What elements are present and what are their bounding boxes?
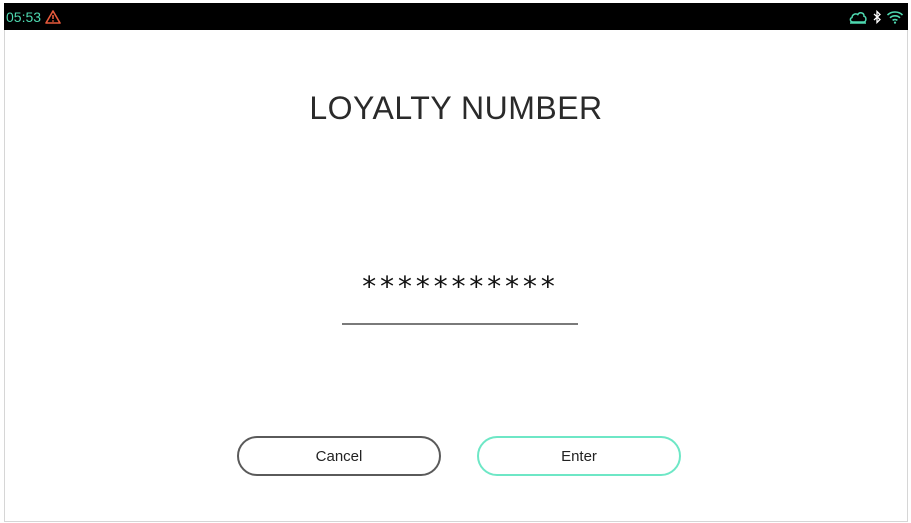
clock-time: 05:53 bbox=[6, 8, 42, 25]
status-left: 05:53 bbox=[6, 9, 61, 25]
cloud-icon bbox=[848, 10, 868, 24]
wifi-icon bbox=[886, 10, 904, 24]
loyalty-number-input[interactable]: *********** bbox=[341, 270, 577, 303]
loyalty-number-screen: LOYALTY NUMBER *********** Cancel Enter bbox=[4, 30, 908, 522]
cancel-button[interactable]: Cancel bbox=[237, 436, 441, 476]
bluetooth-icon bbox=[872, 9, 882, 24]
warning-triangle-icon bbox=[45, 9, 61, 24]
enter-button[interactable]: Enter bbox=[477, 436, 681, 476]
status-right bbox=[848, 9, 904, 24]
input-underline bbox=[342, 323, 578, 325]
device-screen: 05:53 LOYALTY NUMBER *********** Cancel … bbox=[0, 0, 911, 523]
status-bar: 05:53 bbox=[4, 3, 908, 30]
page-title: LOYALTY NUMBER bbox=[309, 90, 603, 126]
